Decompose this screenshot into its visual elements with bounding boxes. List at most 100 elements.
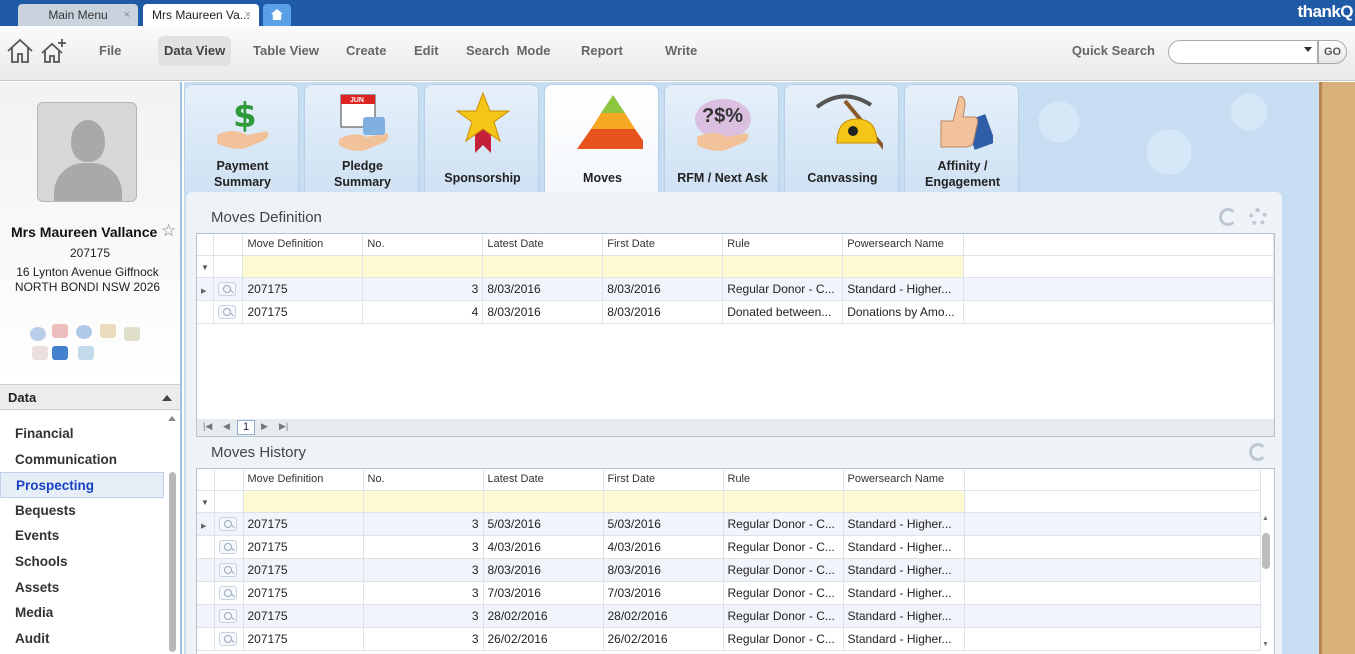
- table-row[interactable]: 207175 3 4/03/2016 4/03/2016 Regular Donor -…: [197, 535, 1261, 559]
- sidebar-item-communication[interactable]: Communication: [0, 447, 164, 473]
- table-row[interactable]: 207175 3 7/03/2016 7/03/2016 Regular Donor -…: [197, 581, 1261, 605]
- table-cell: 8/03/2016: [603, 558, 724, 582]
- column-header[interactable]: Rule: [722, 234, 844, 256]
- column-header[interactable]: Powersearch Name: [842, 234, 965, 256]
- filter-cell[interactable]: [362, 255, 484, 278]
- sidebar-item-media[interactable]: Media: [0, 600, 164, 626]
- table-row[interactable]: 207175 4 8/03/2016 8/03/2016 Donated between…: [197, 300, 1274, 324]
- sidebar-item-bequests[interactable]: Bequests: [0, 498, 164, 524]
- filter-cell[interactable]: [482, 255, 604, 278]
- menu-data-view[interactable]: Data View: [158, 36, 232, 66]
- scroll-up-icon[interactable]: ▲: [1262, 515, 1269, 522]
- menu-report[interactable]: Report: [575, 36, 629, 66]
- card-icon: [52, 346, 68, 360]
- column-header[interactable]: First Date: [602, 234, 724, 256]
- filter-cell[interactable]: [843, 490, 965, 513]
- sidebar-item-events[interactable]: Events: [0, 523, 164, 549]
- column-header[interactable]: Powersearch Name: [843, 469, 965, 491]
- last-page-icon[interactable]: ▶|: [279, 421, 288, 432]
- view-record-button[interactable]: [214, 512, 244, 536]
- menu-edit[interactable]: Edit: [408, 36, 445, 66]
- sidebar-item-financial[interactable]: Financial: [0, 421, 164, 447]
- header-spacer: [963, 234, 1274, 256]
- module-tab-rfm-next-ask[interactable]: ?$% RFM / Next Ask: [664, 84, 779, 192]
- prev-page-icon[interactable]: ◀: [223, 421, 230, 432]
- tab-contact[interactable]: Mrs Maureen Va... ×: [143, 4, 259, 26]
- view-record-button[interactable]: [214, 558, 244, 582]
- filter-cell[interactable]: [722, 255, 844, 278]
- filter-cell[interactable]: [483, 490, 604, 513]
- column-header[interactable]: Rule: [723, 469, 844, 491]
- gear-icon[interactable]: [1249, 208, 1267, 226]
- table-row[interactable]: 207175 3 26/02/2016 26/02/2016 Regular Donor…: [197, 627, 1261, 651]
- filter-cell[interactable]: [602, 255, 724, 278]
- page-number[interactable]: 1: [237, 420, 255, 435]
- chevron-up-icon[interactable]: [162, 395, 172, 401]
- nav-section-header[interactable]: Data: [0, 384, 180, 410]
- view-record-button[interactable]: [214, 604, 244, 628]
- filter-cell[interactable]: [243, 490, 364, 513]
- menu-file[interactable]: File: [93, 36, 127, 66]
- menu-write[interactable]: Write: [659, 36, 703, 66]
- close-icon[interactable]: ×: [124, 4, 130, 26]
- module-tab-sponsorship[interactable]: Sponsorship: [424, 84, 539, 192]
- go-button[interactable]: GO: [1318, 40, 1347, 64]
- first-page-icon[interactable]: |◀: [203, 421, 212, 432]
- quick-search-input[interactable]: [1168, 40, 1318, 64]
- chevron-down-icon[interactable]: [1304, 47, 1312, 52]
- module-tab-affinity-engagement[interactable]: Affinity / Engagement: [904, 84, 1019, 192]
- column-header[interactable]: Move Definition: [243, 469, 364, 491]
- view-record-button[interactable]: [213, 300, 244, 324]
- filter-icon[interactable]: ▼: [197, 255, 215, 278]
- view-record-button[interactable]: [214, 627, 244, 651]
- scroll-down-icon[interactable]: ▼: [1262, 641, 1269, 648]
- scrollbar-thumb[interactable]: [1262, 533, 1270, 569]
- home-icon[interactable]: [6, 38, 34, 64]
- next-page-icon[interactable]: ▶: [261, 421, 268, 432]
- star-icon[interactable]: ☆: [161, 221, 176, 241]
- column-header[interactable]: No.: [363, 469, 484, 491]
- table-cell: 3: [363, 627, 484, 651]
- table-row[interactable]: 207175 3 8/03/2016 8/03/2016 Regular Donor -…: [197, 558, 1261, 582]
- sidebar-item-prospecting[interactable]: Prospecting: [0, 472, 164, 498]
- column-header[interactable]: Latest Date: [482, 234, 604, 256]
- menu-create[interactable]: Create: [340, 36, 392, 66]
- view-record-button[interactable]: [214, 535, 244, 559]
- sidebar-item-audit[interactable]: Audit: [0, 626, 164, 652]
- refresh-icon[interactable]: [1219, 208, 1237, 226]
- nav-scrollbar[interactable]: [168, 416, 178, 654]
- scroll-up-icon[interactable]: [168, 416, 176, 421]
- filter-cell[interactable]: [723, 490, 844, 513]
- new-tab-button[interactable]: [263, 4, 291, 26]
- filter-cell[interactable]: [842, 255, 965, 278]
- module-tab-canvassing[interactable]: Canvassing: [784, 84, 899, 192]
- column-header[interactable]: First Date: [603, 469, 724, 491]
- view-record-button[interactable]: [214, 581, 244, 605]
- close-icon[interactable]: ×: [245, 4, 251, 26]
- avatar[interactable]: [37, 102, 137, 202]
- view-record-button[interactable]: [213, 277, 244, 301]
- table-row[interactable]: ▶ 207175 3 5/03/2016 5/03/2016 Regular Donor …: [197, 512, 1261, 536]
- column-header[interactable]: Move Definition: [242, 234, 364, 256]
- filter-icon[interactable]: ▼: [197, 490, 215, 513]
- table-cell: 4: [362, 300, 484, 324]
- tab-main-menu[interactable]: Main Menu ×: [18, 4, 138, 26]
- filter-cell[interactable]: [242, 255, 364, 278]
- filter-cell[interactable]: [603, 490, 724, 513]
- table-row[interactable]: ▶ 207175 3 8/03/2016 8/03/2016 Regular Donor …: [197, 277, 1274, 301]
- column-header[interactable]: Latest Date: [483, 469, 604, 491]
- sidebar-item-schools[interactable]: Schools: [0, 549, 164, 575]
- module-tab-pledge-summary[interactable]: JUN Pledge Summary: [304, 84, 419, 192]
- menu-table-view[interactable]: Table View: [247, 36, 325, 66]
- scrollbar-thumb[interactable]: [169, 472, 176, 652]
- module-tab-moves[interactable]: Moves: [544, 84, 659, 192]
- filter-cell[interactable]: [363, 490, 484, 513]
- refresh-icon[interactable]: [1249, 443, 1267, 461]
- menu-search-mode[interactable]: Search Mode: [460, 36, 557, 66]
- add-home-icon[interactable]: [40, 38, 68, 64]
- column-header[interactable]: No.: [362, 234, 484, 256]
- table-row[interactable]: 207175 3 28/02/2016 28/02/2016 Regular Donor…: [197, 604, 1261, 628]
- module-tab-payment-summary[interactable]: $ Payment Summary: [184, 84, 299, 192]
- sidebar-item-assets[interactable]: Assets: [0, 575, 164, 601]
- history-scrollbar[interactable]: ▲ ▼: [1261, 515, 1271, 654]
